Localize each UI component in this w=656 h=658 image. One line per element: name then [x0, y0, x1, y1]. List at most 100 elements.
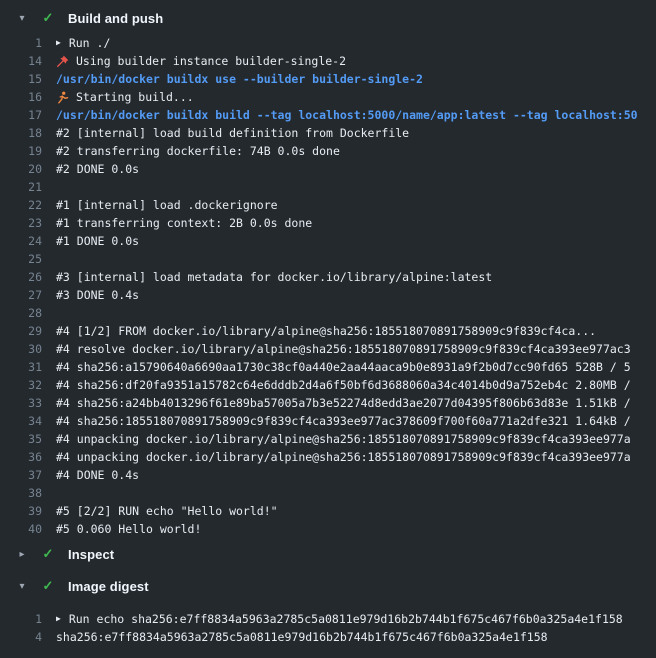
section-title: Inspect [68, 547, 114, 562]
log-text-value: #1 DONE 0.0s [56, 232, 139, 250]
line-number[interactable]: 33 [0, 394, 42, 412]
log-text-value: Using builder instance builder-single-2 [76, 52, 346, 70]
line-number[interactable]: 14 [0, 52, 42, 70]
log-text-value: Starting build... [76, 88, 194, 106]
line-number[interactable]: 26 [0, 268, 42, 286]
log-lines-build-and-push: 1 ▶ Run ./ 14 Using builder instance builder… [0, 34, 656, 538]
line-number[interactable]: 31 [0, 358, 42, 376]
line-number[interactable]: 36 [0, 448, 42, 466]
log-line: 14 Using builder instance builder-single-… [0, 52, 656, 70]
line-number[interactable]: 23 [0, 214, 42, 232]
line-number[interactable]: 28 [0, 304, 42, 322]
log-line: 15/usr/bin/docker buildx use --builder b… [0, 70, 656, 88]
log-text: #1 DONE 0.0s [56, 232, 139, 250]
log-lines-image-digest: 1 ▶ Run echo sha256:e7ff8834a5963a2785c5a0… [0, 602, 656, 646]
log-text-value: #5 0.060 Hello world! [56, 520, 201, 538]
log-text: ▶ Run ./ [56, 34, 110, 52]
log-line: 31 #4 sha256:a15790640a6690aa1730c38cf0a4… [0, 358, 656, 376]
line-number[interactable]: 32 [0, 376, 42, 394]
log-text: #2 [internal] load build definition from… [56, 124, 409, 142]
log-line: 35 #4 unpacking docker.io/library/alpine@… [0, 430, 656, 448]
check-success-icon: ✓ [38, 578, 58, 594]
line-number[interactable]: 18 [0, 124, 42, 142]
line-number[interactable]: 19 [0, 142, 42, 160]
chevron-right-icon[interactable]: ▸ [14, 549, 30, 560]
line-number[interactable]: 17 [0, 106, 42, 124]
log-line: 22 #1 [internal] load .dockerignore [0, 196, 656, 214]
log-line[interactable]: 1 ▶ Run echo sha256:e7ff8834a5963a2785c5a0… [0, 610, 656, 628]
line-number[interactable]: 20 [0, 160, 42, 178]
log-line: 36#4 unpacking docker.io/library/alpine@… [0, 448, 656, 466]
line-number[interactable]: 30 [0, 340, 42, 358]
line-number[interactable]: 21 [0, 178, 42, 196]
log-line: 21 [0, 178, 656, 196]
log-line[interactable]: 1 ▶ Run ./ [0, 34, 656, 52]
chevron-down-icon[interactable]: ▾ [14, 581, 30, 592]
log-line: 24 #1 DONE 0.0s [0, 232, 656, 250]
line-number[interactable]: 35 [0, 430, 42, 448]
line-number[interactable]: 22 [0, 196, 42, 214]
log-text-value: #3 DONE 0.4s [56, 286, 139, 304]
log-line: 17/usr/bin/docker buildx build --tag loc… [0, 106, 656, 124]
log-line: 23 #1 transferring context: 2B 0.0s done [0, 214, 656, 232]
line-number[interactable]: 16 [0, 88, 42, 106]
line-number[interactable]: 40 [0, 520, 42, 538]
log-command-text: /usr/bin/docker buildx use --builder bui… [56, 70, 423, 88]
line-number[interactable]: 1 [0, 34, 42, 52]
log-text-value: #2 [internal] load build definition from… [56, 124, 409, 142]
log-text-value: #1 transferring context: 2B 0.0s done [56, 214, 312, 232]
log-line: 32#4 sha256:df20fa9351a15782c64e6dddb2d4… [0, 376, 656, 394]
log-text: #4 sha256:a15790640a6690aa1730c38cf0a440… [56, 358, 631, 376]
log-text: #5 [2/2] RUN echo "Hello world!" [56, 502, 278, 520]
log-text-value: #2 transferring dockerfile: 74B 0.0s don… [56, 142, 340, 160]
log-text: #4 unpacking docker.io/library/alpine@sh… [56, 430, 631, 448]
expand-group-icon[interactable]: ▶ [56, 610, 61, 628]
log-line: 19 #2 transferring dockerfile: 74B 0.0s d… [0, 142, 656, 160]
log-text: #4 DONE 0.4s [56, 466, 139, 484]
check-success-icon: ✓ [38, 10, 58, 26]
runner-icon [56, 90, 70, 104]
expand-group-icon[interactable]: ▶ [56, 34, 61, 52]
line-number[interactable]: 38 [0, 484, 42, 502]
check-success-icon: ✓ [38, 546, 58, 562]
line-number[interactable]: 1 [0, 610, 42, 628]
section-header-build-and-push[interactable]: ▾ ✓ Build and push [0, 2, 656, 34]
log-text-value: #4 sha256:a24bb4013296f61e89ba57005a7b3e… [56, 394, 631, 412]
log-text: #1 transferring context: 2B 0.0s done [56, 214, 312, 232]
section-title: Build and push [68, 11, 163, 26]
log-text-value: #4 DONE 0.4s [56, 466, 139, 484]
log-line: 27 #3 DONE 0.4s [0, 286, 656, 304]
line-number[interactable]: 24 [0, 232, 42, 250]
line-number[interactable]: 34 [0, 412, 42, 430]
section-header-image-digest[interactable]: ▾ ✓ Image digest [0, 570, 656, 602]
line-number[interactable]: 4 [0, 628, 42, 646]
log-text: #1 [internal] load .dockerignore [56, 196, 278, 214]
log-text-value: #2 DONE 0.0s [56, 160, 139, 178]
log-text-value: /usr/bin/docker buildx use --builder bui… [56, 70, 423, 88]
workflow-log-viewer: ▾✓Build and push1▶Run ./14Using builder … [0, 0, 656, 658]
line-number[interactable]: 27 [0, 286, 42, 304]
line-number[interactable]: 37 [0, 466, 42, 484]
log-text-value: #5 [2/2] RUN echo "Hello world!" [56, 502, 278, 520]
log-text: ▶ Run echo sha256:e7ff8834a5963a2785c5a08… [56, 610, 623, 628]
log-line: 40 #5 0.060 Hello world! [0, 520, 656, 538]
line-number[interactable]: 29 [0, 322, 42, 340]
line-number[interactable]: 39 [0, 502, 42, 520]
log-line: 26 #3 [internal] load metadata for docker… [0, 268, 656, 286]
chevron-down-icon[interactable]: ▾ [14, 13, 30, 24]
log-line: 34 #4 sha256:185518070891758909c9f839cf4c… [0, 412, 656, 430]
log-line: 25 [0, 250, 656, 268]
section-title: Image digest [68, 579, 149, 594]
log-text: #4 sha256:185518070891758909c9f839cf4ca3… [56, 412, 631, 430]
log-text: #4 resolve docker.io/library/alpine@sha2… [56, 340, 631, 358]
log-text: Starting build... [56, 88, 194, 106]
log-text-value: Run ./ [69, 34, 111, 52]
log-text-value: #3 [internal] load metadata for docker.i… [56, 268, 492, 286]
log-command-text: /usr/bin/docker buildx build --tag local… [56, 106, 638, 124]
log-text-value: Run echo sha256:e7ff8834a5963a2785c5a081… [69, 610, 623, 628]
log-line: 4sha256:e7ff8834a5963a2785c5a0811e979d16… [0, 628, 656, 646]
line-number[interactable]: 15 [0, 70, 42, 88]
section-header-inspect[interactable]: ▸ ✓ Inspect [0, 538, 656, 570]
log-line: 18 #2 [internal] load build definition fr… [0, 124, 656, 142]
line-number[interactable]: 25 [0, 250, 42, 268]
